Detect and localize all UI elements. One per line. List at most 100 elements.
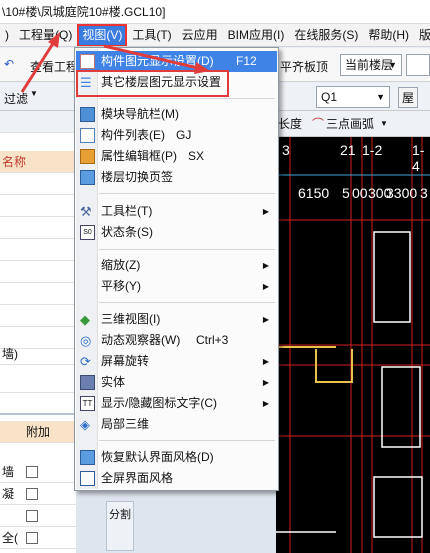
menu-item-pan[interactable]: 平移(Y) ▶ [76, 276, 277, 297]
menu-item-bim[interactable]: BIM应用(I) [223, 24, 290, 46]
split-button[interactable]: 分割 [106, 501, 134, 551]
menu-separator [99, 98, 275, 99]
toolbar-icon: ⚒ [80, 204, 92, 219]
length-button[interactable]: 长度 [278, 111, 302, 136]
table-row [0, 505, 76, 527]
menu-item-property-editor[interactable]: 属性编辑框(P) SX [76, 146, 277, 167]
menu-item-label: 平移(Y) [101, 279, 141, 293]
list-item[interactable] [0, 393, 76, 415]
local-3d-icon: ◈ [80, 417, 90, 432]
property-table-header: 附加 [0, 421, 76, 443]
menu-item-icon-text-toggle[interactable]: TT 显示/隐藏图标文字(C) ▶ [76, 393, 277, 414]
submenu-arrow-icon: ▶ [262, 207, 269, 216]
three-point-arc-button[interactable]: 三点画弧 [326, 111, 374, 136]
attach-column-header: 附加 [26, 425, 51, 439]
arc-icon: ⌒ [312, 117, 325, 131]
menu-separator [99, 302, 275, 303]
menu-item-zoom[interactable]: 缩放(Z) ▶ [76, 255, 277, 276]
axis-label: 3 [282, 142, 290, 158]
menu-item-cloud[interactable]: 云应用 [177, 24, 223, 46]
menu-item-label: 恢复默认界面风格(D) [101, 450, 214, 464]
view-project-button[interactable]: 查看工程 [30, 58, 78, 75]
3d-view-icon: ◆ [80, 312, 90, 327]
menu-item-3d-view[interactable]: ◆ 三维视图(I) ▶ [76, 309, 277, 330]
menu-item-online[interactable]: 在线服务(S) [289, 24, 363, 46]
menu-item-help[interactable]: 帮助(H) [363, 24, 414, 46]
submenu-arrow-icon: ▶ [262, 282, 269, 291]
menu-item-local-3d[interactable]: ◈ 局部三维 [76, 414, 277, 435]
table-cell: 全( [2, 531, 18, 545]
menu-item-version[interactable]: 版 [414, 24, 430, 46]
axis-label: 1-2 [362, 142, 383, 158]
align-slab-top-button[interactable]: 平齐板顶 [280, 58, 328, 75]
menu-shortcut: Ctrl+3 [196, 333, 229, 347]
axis-label: 21 [340, 142, 356, 158]
menu-item-tools[interactable]: 工具(T) [127, 24, 176, 46]
floor-select-value: 当前楼层 [345, 58, 394, 72]
menu-item-fullscreen[interactable]: 全屏界面风格 [76, 468, 277, 489]
chevron-down-icon: ▼ [30, 89, 38, 98]
icon-text-toggle-icon: TT [80, 396, 95, 411]
roof-button[interactable]: 屋 [398, 87, 419, 108]
list-item[interactable] [0, 371, 76, 393]
filter-button[interactable]: 过滤 [4, 90, 28, 107]
menu-item-restore-style[interactable]: 恢复默认界面风格(D) [76, 447, 277, 468]
menu-item-partial[interactable]: ) [0, 24, 14, 46]
dimension-label: 5 [342, 185, 350, 201]
list-item[interactable] [0, 305, 76, 327]
screen-rotate-icon: ⟳ [80, 354, 91, 369]
fullscreen-icon [80, 471, 95, 486]
menu-item-label: 三维视图(I) [101, 312, 161, 326]
view-menu-dropdown: 构件图元显示设置(D) F12 ☰ 其它楼层图元显示设置 模块导航栏(M) 构件… [74, 47, 279, 491]
submenu-arrow-icon: ▶ [262, 261, 269, 270]
menu-item-label: 局部三维 [101, 417, 150, 431]
submenu-arrow-icon: ▶ [262, 378, 269, 387]
attach-checkbox[interactable] [26, 466, 38, 478]
menu-item-label: 工具栏(T) [101, 204, 153, 218]
menu-separator [99, 193, 275, 194]
list-item[interactable] [0, 239, 76, 261]
undo-icon[interactable]: ↶ [4, 57, 14, 71]
menu-item-statusbar[interactable]: S0 状态条(S) [76, 222, 277, 243]
list-item[interactable] [0, 173, 76, 195]
menu-item-floor-tab[interactable]: 楼层切换页签 [76, 167, 277, 188]
floor-value-select[interactable] [406, 54, 430, 76]
list-item[interactable] [0, 261, 76, 283]
menu-item-module-nav[interactable]: 模块导航栏(M) [76, 104, 277, 125]
menu-item-quantity[interactable]: 工程量(Q) [14, 24, 77, 46]
menu-item-component-list[interactable]: 构件列表(E) GJ [76, 125, 277, 146]
menu-item-toolbar[interactable]: ⚒ 工具栏(T) ▶ [76, 201, 277, 222]
attach-checkbox[interactable] [26, 510, 38, 522]
list-item[interactable]: 墙) [0, 343, 76, 365]
menu-item-label: 构件图元显示设置(D) [101, 54, 214, 68]
floor-tab-icon [80, 170, 95, 185]
name-column-header: 名称 [0, 151, 76, 173]
window-title: \10#楼\凤城庭院10#楼.GCL10] [0, 0, 430, 24]
menu-item-screen-rotate[interactable]: ⟳ 屏幕旋转 ▶ [76, 351, 277, 372]
menu-item-label: 屏幕旋转 [101, 354, 150, 368]
floor-select[interactable]: 当前楼层 ▼ [340, 54, 402, 76]
list-item[interactable] [0, 283, 76, 305]
submenu-arrow-icon: ▶ [262, 357, 269, 366]
list-item[interactable] [0, 195, 76, 217]
menu-item-label: 属性编辑框(P) [101, 149, 177, 163]
menu-item-solid[interactable]: 实体 ▶ [76, 372, 277, 393]
attach-checkbox[interactable] [26, 532, 38, 544]
panel-spacer [0, 111, 76, 133]
table-cell: 凝 [2, 487, 15, 501]
draw-toolbar: 长度 ⌒ 三点画弧 ▼ [276, 111, 430, 137]
layer-select[interactable]: Q1 ▼ [316, 86, 390, 108]
menu-item-dynamic-observer[interactable]: ◎ 动态观察器(W) Ctrl+3 [76, 330, 277, 351]
menu-item-label: 状态条(S) [101, 225, 153, 239]
menu-item-label: 构件列表(E) [101, 128, 165, 142]
list-item[interactable] [0, 217, 76, 239]
drawing-canvas[interactable]: 3 21 1-2 1-4 6150 5 00 300 3300 3 [276, 137, 430, 553]
table-row: 全( [0, 527, 76, 549]
attach-checkbox[interactable] [26, 488, 38, 500]
submenu-arrow-icon: ▶ [262, 315, 269, 324]
menu-item-label: 全屏界面风格 [101, 471, 174, 485]
statusbar-icon: S0 [80, 225, 95, 240]
component-list-icon [80, 128, 95, 143]
menu-item-component-display[interactable]: 构件图元显示设置(D) F12 [76, 51, 277, 72]
menu-item-view[interactable]: 视图(V) [77, 24, 128, 46]
